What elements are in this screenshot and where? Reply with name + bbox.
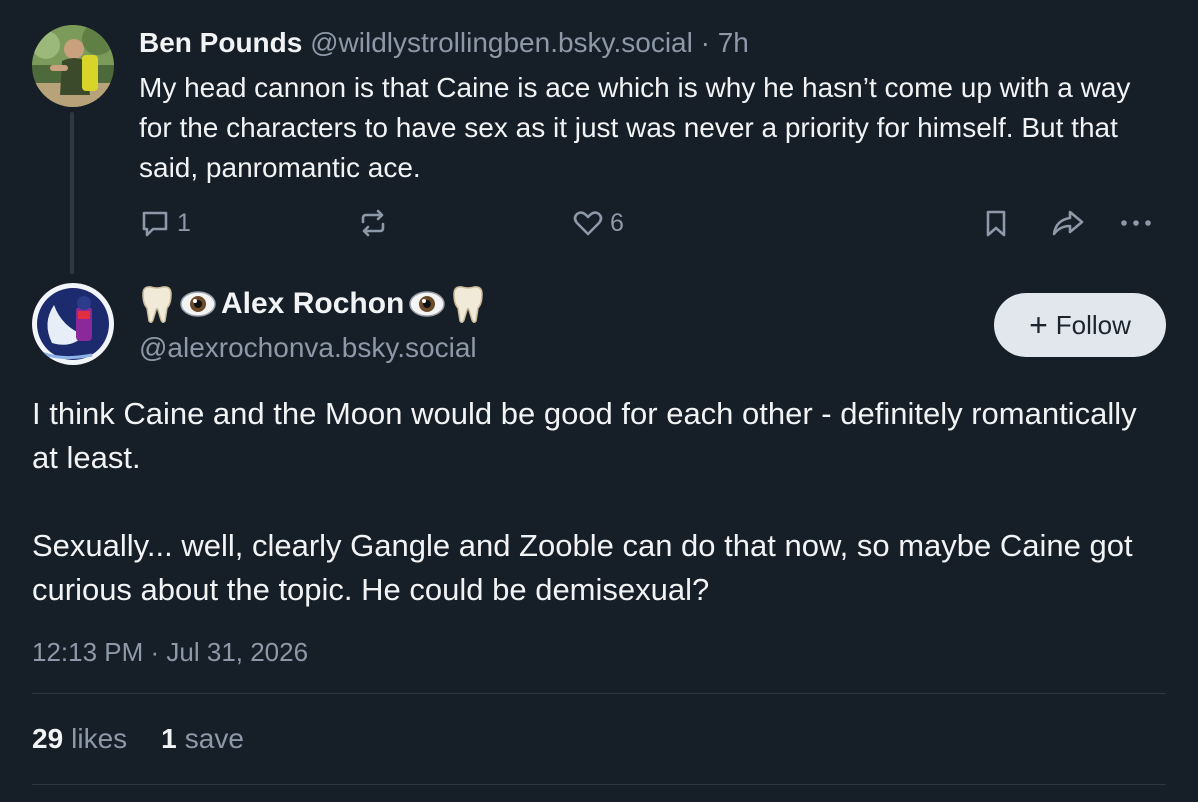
saves-label: save bbox=[184, 723, 244, 754]
thread-connector-line bbox=[70, 112, 74, 274]
more-icon bbox=[1121, 220, 1151, 226]
share-icon bbox=[1052, 210, 1084, 236]
reply-button[interactable]: 1 bbox=[139, 203, 191, 243]
post-author-avatar[interactable] bbox=[32, 283, 114, 365]
post-author-handle[interactable]: @alexrochonva.bsky.social bbox=[139, 330, 477, 366]
reply-header: Ben Pounds @wildlystrollingben.bsky.soci… bbox=[139, 25, 749, 61]
plus-icon: + bbox=[1029, 307, 1048, 343]
reply-separator: · bbox=[700, 27, 710, 58]
bookmark-icon bbox=[986, 210, 1006, 237]
share-button[interactable] bbox=[1050, 203, 1086, 243]
follow-label: Follow bbox=[1055, 309, 1131, 340]
reply-text: My head cannon is that Caine is ace whic… bbox=[139, 72, 1131, 183]
reply-count: 1 bbox=[177, 208, 191, 237]
reply-timestamp[interactable]: 7h bbox=[718, 27, 749, 58]
likes-count: 29 bbox=[32, 723, 64, 754]
likes-stat[interactable]: 29 likes bbox=[32, 720, 127, 758]
post-timestamp: 12:13 PM · Jul 31, 2026 bbox=[32, 637, 309, 667]
like-button[interactable]: 6 bbox=[572, 203, 624, 243]
post-paragraph: Sexually... well, clearly Gangle and Zoo… bbox=[32, 528, 1133, 607]
likes-label: likes bbox=[71, 723, 128, 754]
post-author-name-row[interactable]: Alex Rochon bbox=[139, 283, 486, 325]
post-paragraph: I think Caine and the Moon would be good… bbox=[32, 396, 1137, 475]
repost-icon bbox=[361, 209, 385, 237]
divider bbox=[32, 784, 1166, 785]
follow-button[interactable]: + Follow bbox=[994, 293, 1166, 357]
repost-button[interactable] bbox=[357, 203, 389, 243]
comment-icon bbox=[142, 211, 168, 237]
saves-count: 1 bbox=[161, 723, 177, 754]
reply-author-handle[interactable]: @wildlystrollingben.bsky.social bbox=[310, 27, 693, 58]
bookmark-button[interactable] bbox=[980, 203, 1012, 243]
like-count: 6 bbox=[610, 208, 624, 237]
tooth-icon bbox=[453, 286, 484, 324]
post-body: I think Caine and the Moon would be good… bbox=[32, 392, 1162, 612]
person-photo-avatar-icon bbox=[32, 25, 114, 107]
eye-icon bbox=[180, 291, 216, 317]
reply-author-avatar[interactable] bbox=[32, 25, 114, 107]
eye-icon bbox=[409, 291, 446, 317]
more-options-button[interactable] bbox=[1118, 203, 1154, 243]
post-author-name: Alex Rochon bbox=[221, 287, 405, 320]
heart-icon bbox=[573, 211, 603, 236]
saves-stat[interactable]: 1 save bbox=[161, 720, 244, 758]
post-stats: 29 likes 1 save bbox=[32, 720, 244, 758]
divider bbox=[32, 693, 1166, 694]
tooth-icon bbox=[142, 286, 172, 324]
moon-character-avatar-icon bbox=[32, 283, 114, 365]
reply-author-name[interactable]: Ben Pounds bbox=[139, 27, 302, 58]
